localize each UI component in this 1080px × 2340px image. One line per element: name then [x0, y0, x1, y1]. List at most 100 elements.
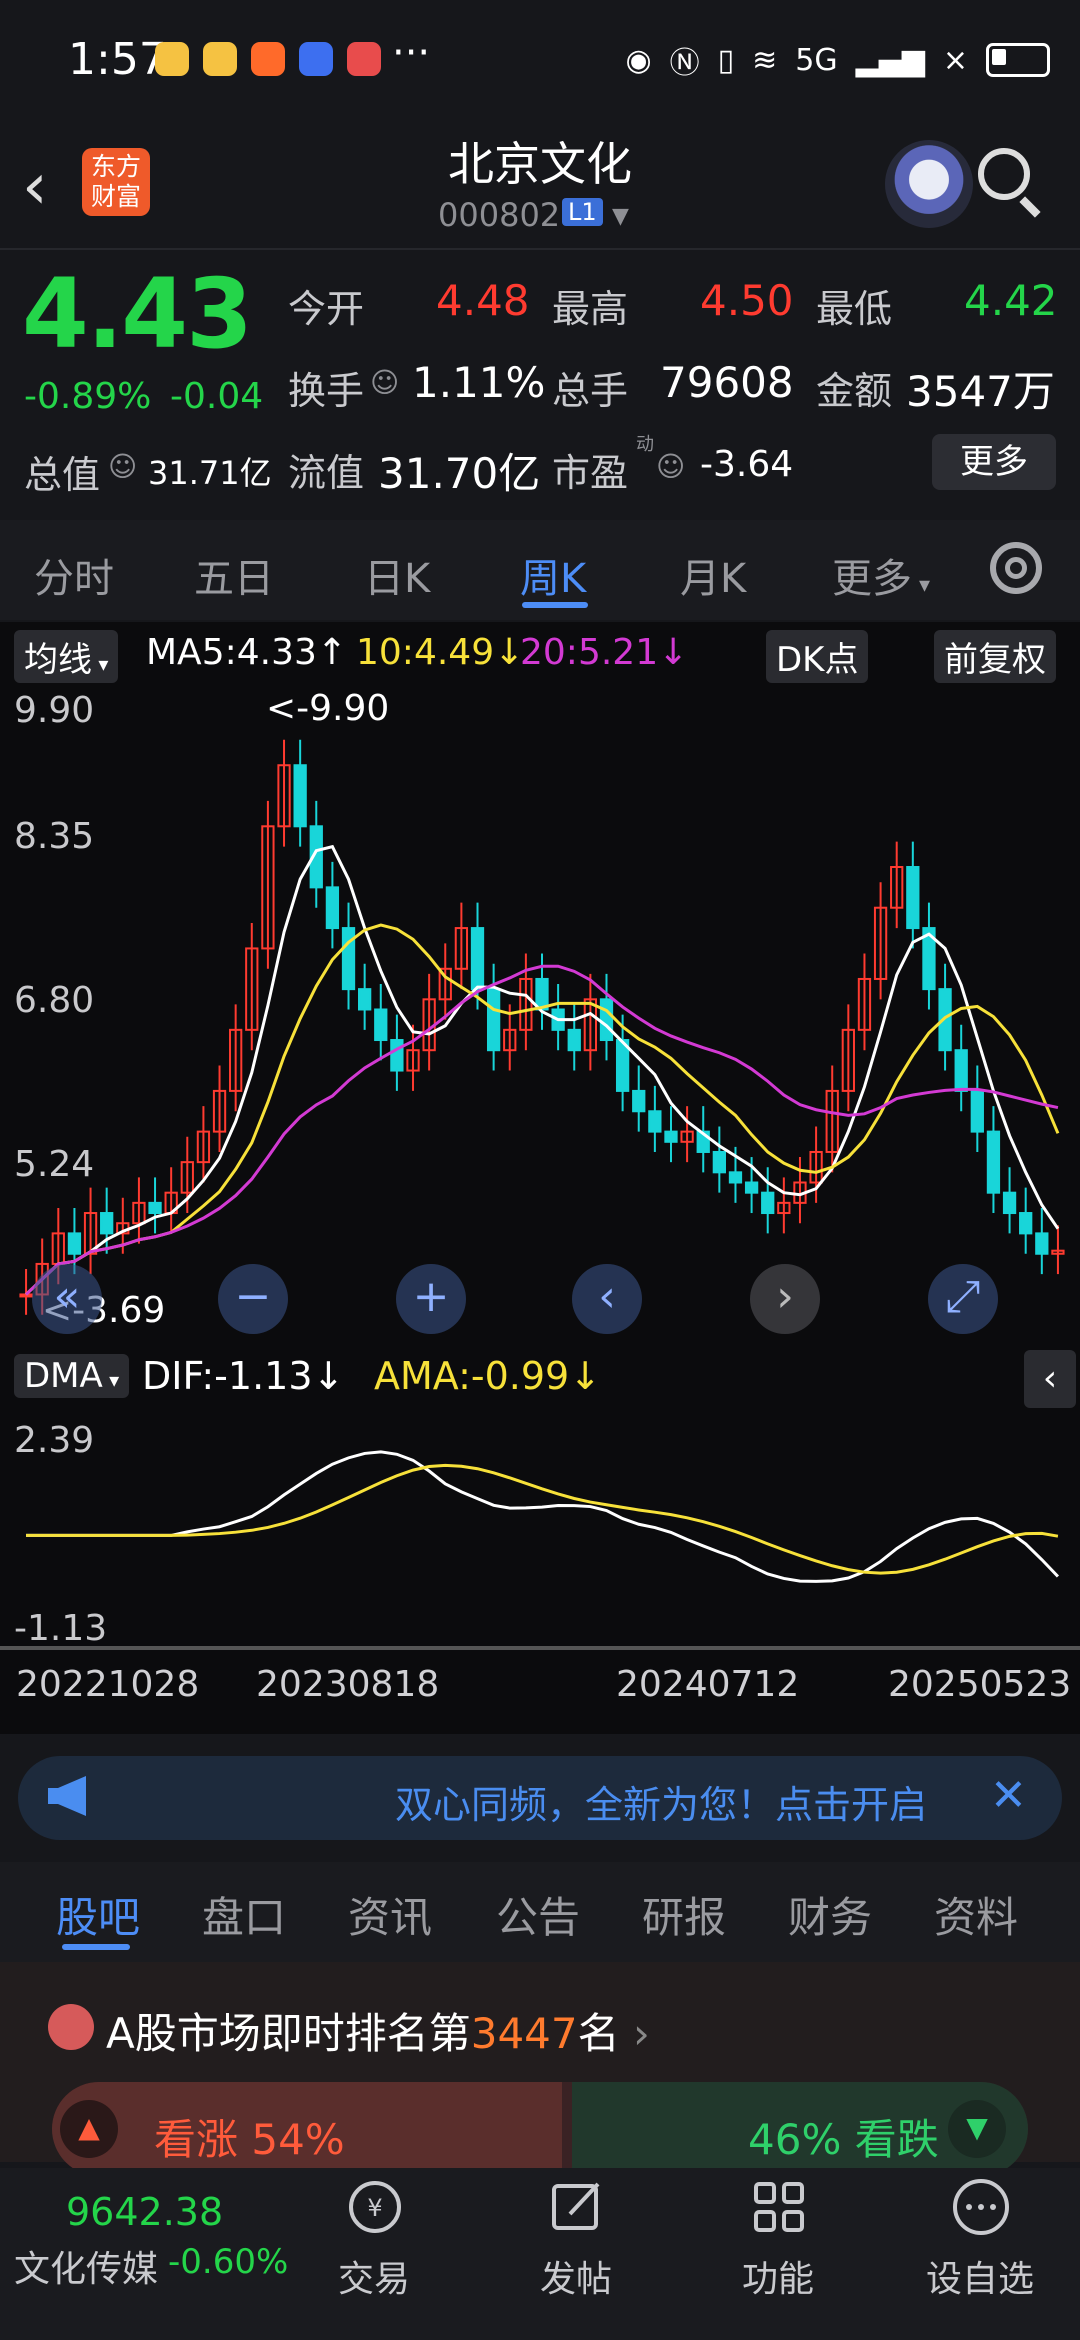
info-icon[interactable]: ☺: [370, 366, 399, 399]
nav-trade[interactable]: 交易: [314, 2250, 434, 2302]
dma-chart[interactable]: [0, 1410, 1080, 1650]
level-badge[interactable]: L1: [562, 198, 603, 226]
collapse-button[interactable]: ‹: [1024, 1350, 1076, 1408]
tab-five-day[interactable]: 五日: [194, 546, 274, 604]
market-cap-value: 31.71亿: [148, 454, 272, 492]
scroll-left-button[interactable]: ‹: [572, 1264, 642, 1334]
turnover-label: 换手: [288, 369, 365, 413]
candle-body: [325, 886, 340, 930]
eye-icon: ◉: [625, 42, 652, 78]
zoom-out-button[interactable]: −: [218, 1264, 288, 1334]
wifi-icon: ≋: [752, 42, 778, 78]
tab-monthly-k[interactable]: 月K: [680, 546, 746, 604]
more-button[interactable]: 更多: [932, 434, 1056, 490]
battery-icon: [986, 43, 1050, 77]
indicator-selector[interactable]: DMA ▾: [14, 1354, 130, 1398]
candle-body: [664, 1130, 678, 1143]
divider: [0, 248, 1080, 250]
tab-news[interactable]: 资讯: [348, 1884, 432, 1945]
y-tick: 5.24: [14, 1144, 95, 1185]
low-value: 4.42: [964, 276, 1058, 325]
fullscreen-button[interactable]: ⤢: [928, 1264, 998, 1334]
y-tick: 9.90: [14, 690, 95, 731]
bullish-button[interactable]: ▲: [60, 2100, 118, 2158]
dma-tick: -1.13: [14, 1608, 108, 1649]
y-tick: 8.35: [14, 816, 95, 857]
app-icon: [299, 42, 333, 76]
candle-body: [567, 1028, 581, 1052]
signal-icon: 5G: [795, 42, 838, 78]
gear-icon[interactable]: [990, 542, 1042, 594]
tab-announcements[interactable]: 公告: [496, 1884, 580, 1945]
more-notifications-icon: ···: [392, 30, 431, 76]
nav-add-watchlist[interactable]: 设自选: [920, 2250, 1040, 2302]
candle-body: [1035, 1232, 1049, 1255]
tab-weekly-k[interactable]: 周K: [520, 546, 586, 604]
bearish-text: 46% 看跌: [748, 2115, 939, 2164]
vibrate-icon: ▯: [717, 42, 735, 78]
zoom-in-button[interactable]: +: [396, 1264, 466, 1334]
pe-dynamic-mark: 动: [636, 434, 654, 455]
nfc-icon: Ⓝ: [669, 46, 700, 81]
tab-finance[interactable]: 财务: [788, 1884, 872, 1945]
chevron-down-icon[interactable]: ▼: [612, 204, 629, 229]
active-tab-indicator: [62, 1944, 130, 1950]
index-value[interactable]: 9642.38: [66, 2190, 223, 2234]
scroll-right-button[interactable]: ›: [750, 1264, 820, 1334]
pe-label: 市盈: [552, 451, 629, 495]
status-time: 1:57: [68, 34, 167, 85]
low-label: 最低: [816, 287, 893, 331]
candle-body: [293, 764, 307, 828]
ma10-value: 10:4.49↓: [356, 632, 525, 673]
adjust-button[interactable]: 前复权: [934, 630, 1056, 683]
date-label: 20221028: [16, 1664, 200, 1705]
rank-text[interactable]: A股市场即时排名第3447名 ›: [106, 2000, 650, 2061]
close-icon[interactable]: ✕: [990, 1770, 1027, 1821]
candlestick-chart[interactable]: [0, 686, 1080, 1346]
ama-value: AMA:-0.99↓: [374, 1354, 602, 1398]
nav-functions[interactable]: 功能: [718, 2250, 838, 2302]
tab-daily-k[interactable]: 日K: [364, 546, 430, 604]
bearish-button[interactable]: ▼: [948, 2100, 1006, 2158]
amount-label: 金额: [816, 369, 893, 413]
candle-body: [67, 1232, 82, 1255]
huawei-icon: [347, 42, 381, 76]
more-options-icon[interactable]: [950, 2176, 1012, 2238]
megaphone-icon: [48, 1776, 86, 1816]
high-value: 4.50: [700, 276, 794, 325]
candle-body: [470, 927, 485, 991]
nav-post[interactable]: 发帖: [516, 2250, 636, 2302]
post-icon[interactable]: [546, 2176, 608, 2238]
info-icon[interactable]: ☺: [656, 450, 685, 483]
system-icons: ◉ Ⓝ ▯ ≋ 5G ▂▄▆ ×: [625, 38, 1050, 82]
ma-selector[interactable]: 均线 ▾: [14, 630, 119, 683]
candle-body: [954, 1049, 968, 1092]
tab-more[interactable]: 更多 ▾: [832, 546, 930, 604]
turnover-value: 1.11%: [412, 358, 546, 407]
active-tab-indicator: [522, 602, 588, 608]
index-name[interactable]: 文化传媒: [14, 2240, 158, 2292]
tab-pankou[interactable]: 盘口: [202, 1884, 286, 1945]
candle-body: [906, 866, 920, 930]
date-label: 20250523: [888, 1664, 1072, 1705]
candle-body: [390, 1039, 404, 1072]
signal-off-icon: ×: [942, 42, 968, 78]
tab-guba[interactable]: 股吧: [56, 1884, 140, 1945]
scroll-left-fast-button[interactable]: «: [32, 1264, 102, 1334]
trade-icon[interactable]: ¥: [344, 2176, 406, 2238]
tab-intraday[interactable]: 分时: [34, 546, 114, 604]
functions-icon[interactable]: [748, 2176, 810, 2238]
banner-text[interactable]: 双心同频，全新为您！点击开启: [395, 1774, 927, 1829]
info-icon[interactable]: ☺: [108, 450, 137, 483]
tab-research[interactable]: 研报: [642, 1884, 726, 1945]
dif-value: DIF:-1.13↓: [142, 1354, 345, 1398]
notification-icons: [155, 42, 395, 80]
assistant-robot-icon[interactable]: [885, 140, 973, 228]
dif-line: [26, 1450, 1060, 1583]
index-percent[interactable]: -0.60%: [168, 2242, 288, 2282]
dk-point-button[interactable]: DK点: [766, 630, 869, 683]
svg-text:¥: ¥: [367, 2194, 382, 2222]
tab-profile[interactable]: 资料: [934, 1884, 1018, 1945]
candle-body: [648, 1110, 662, 1133]
search-icon[interactable]: [978, 148, 1030, 200]
